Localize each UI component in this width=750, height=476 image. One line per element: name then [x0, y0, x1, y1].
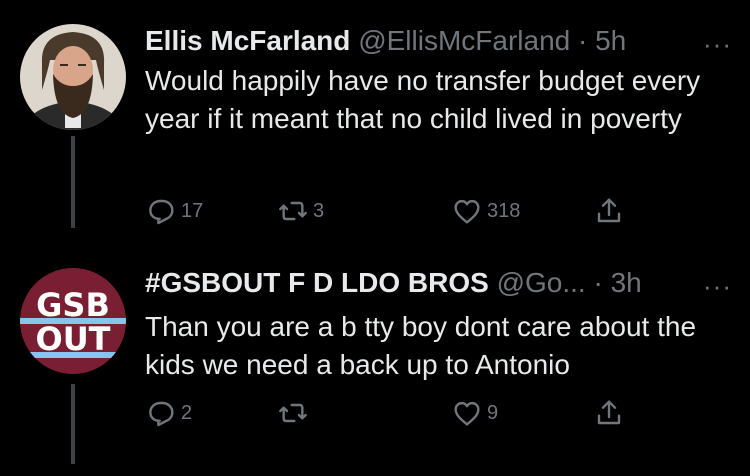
author-handle[interactable]: @Go...	[497, 267, 586, 298]
separator-dot: ·	[585, 267, 611, 298]
reply-button[interactable]: 17	[145, 191, 203, 231]
tweet-actions: 17 3 318	[145, 191, 645, 231]
tweet-header: Ellis McFarland @EllisMcFarland · 5h	[145, 24, 626, 58]
avatar-text-line1: GSB	[36, 286, 110, 324]
avatar-ellis[interactable]	[20, 24, 126, 130]
tweet-time[interactable]: 5h	[595, 25, 626, 56]
share-icon	[597, 198, 621, 223]
tweet-time[interactable]: 3h	[611, 267, 642, 298]
share-icon	[597, 400, 621, 425]
retweet-button[interactable]	[277, 393, 313, 433]
heart-icon	[454, 401, 480, 426]
like-count: 9	[487, 401, 499, 424]
tweet-actions: 2 9	[145, 393, 645, 433]
retweet-button[interactable]: 3	[277, 191, 324, 231]
reply-button[interactable]: 2	[145, 393, 192, 433]
tweet-gsbout[interactable]: GSB OUT #GSBOUT F D LDO BROS @Go... · 3h…	[0, 240, 750, 476]
separator-dot: ·	[570, 25, 596, 56]
retweet-icon	[279, 403, 307, 423]
retweet-count: 3	[313, 199, 325, 222]
tweet-header: #GSBOUT F D LDO BROS @Go... · 3h	[145, 266, 642, 300]
more-options-icon[interactable]: ···	[703, 273, 732, 299]
reply-icon	[149, 199, 174, 225]
reply-count: 17	[181, 199, 204, 222]
author-handle[interactable]: @EllisMcFarland	[358, 25, 570, 56]
more-options-icon[interactable]: ···	[703, 31, 732, 57]
like-button[interactable]: 318	[451, 191, 520, 231]
avatar-text-line2: OUT	[35, 320, 110, 358]
tweet-ellis-mcfarland[interactable]: Ellis McFarland @EllisMcFarland · 5h ···…	[0, 0, 750, 240]
reply-icon	[149, 401, 174, 427]
like-button[interactable]: 9	[451, 393, 498, 433]
heart-icon	[454, 199, 480, 224]
author-name[interactable]: #GSBOUT F D LDO BROS	[145, 267, 489, 298]
avatar-photo-icon	[20, 24, 126, 130]
avatar-gsbout[interactable]: GSB OUT	[20, 268, 126, 374]
like-count: 318	[487, 199, 521, 222]
tweet-text: Than you are a b tty boy dont care about…	[145, 311, 697, 380]
share-button[interactable]	[593, 191, 625, 231]
author-name[interactable]: Ellis McFarland	[145, 25, 350, 56]
thread-line	[71, 136, 75, 228]
gsb-out-logo-icon: GSB OUT	[20, 268, 126, 374]
tweet-text: Would happily have no transfer budget ev…	[145, 65, 701, 134]
reply-count: 2	[181, 401, 193, 424]
thread-line	[71, 384, 75, 464]
retweet-icon	[279, 201, 307, 221]
share-button[interactable]	[593, 393, 625, 433]
